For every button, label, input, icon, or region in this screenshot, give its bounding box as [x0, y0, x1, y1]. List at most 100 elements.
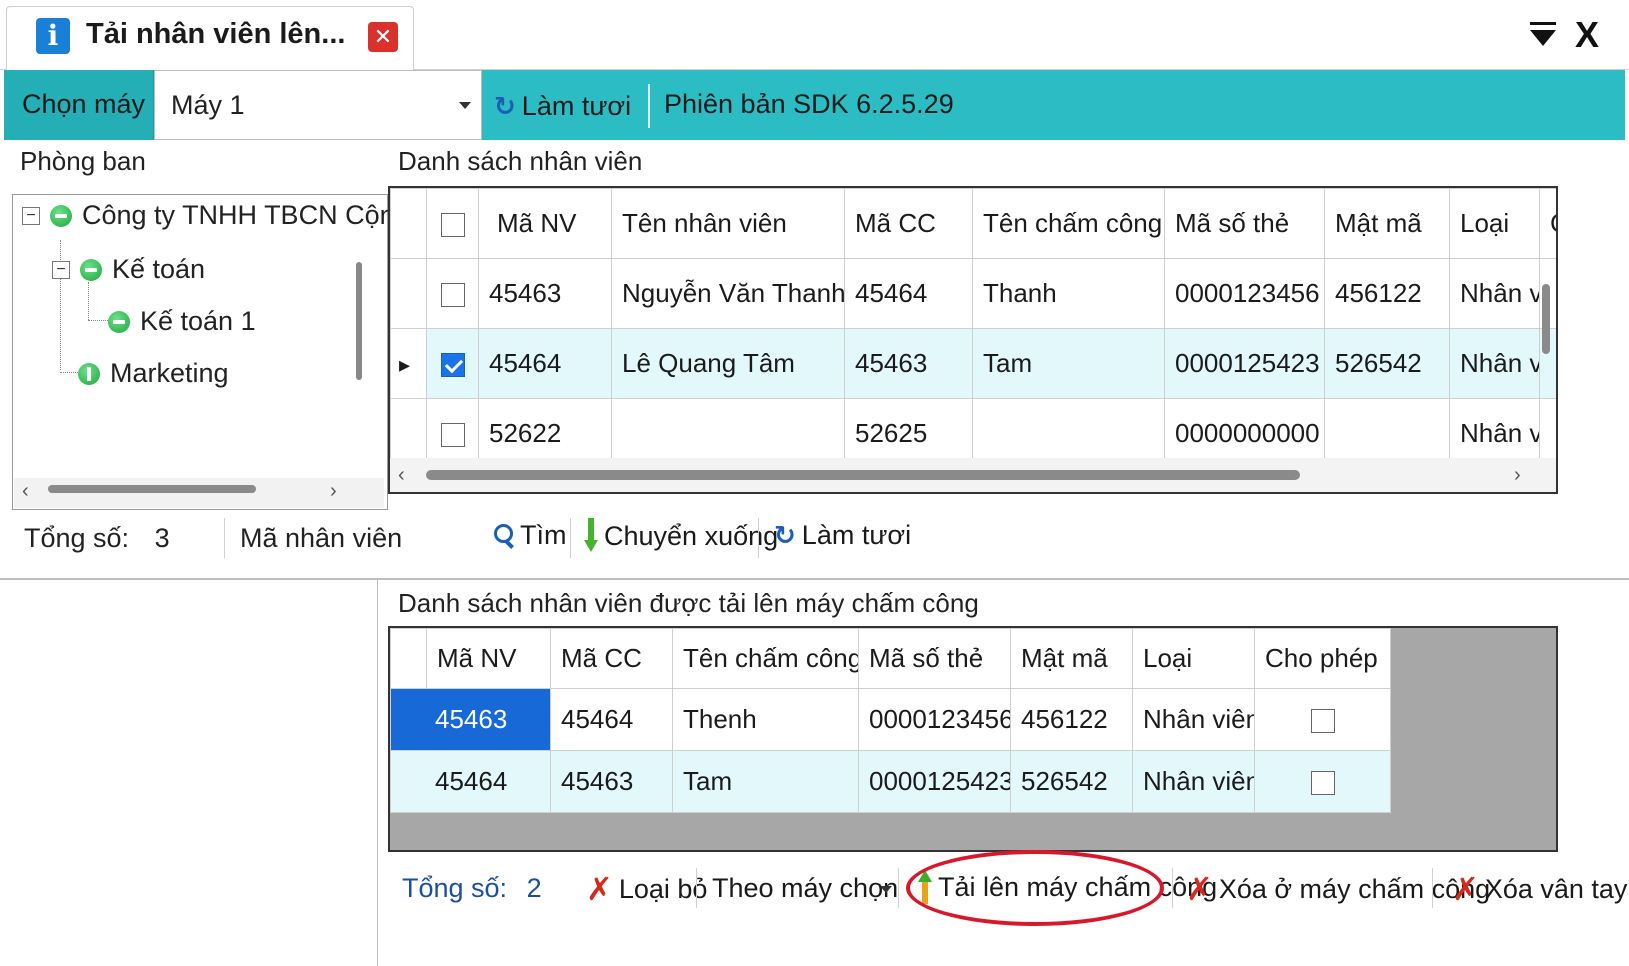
cell-the[interactable]: 0000123456: [858, 688, 1011, 751]
cell-ten-cc[interactable]: Tam: [672, 750, 859, 813]
tab-close-icon[interactable]: ✕: [368, 22, 398, 52]
cell-cho-phep[interactable]: [1254, 688, 1391, 751]
col-header[interactable]: Loại: [1449, 188, 1540, 259]
col-header[interactable]: Mã số thẻ: [1164, 188, 1325, 259]
chevron-down-icon[interactable]: [459, 102, 471, 109]
tree-vertical-scrollbar[interactable]: [356, 262, 362, 380]
tree-node-ke-toan[interactable]: − Kế toán: [52, 254, 205, 285]
row-checkbox[interactable]: [440, 283, 465, 308]
col-header[interactable]: Mã NV: [426, 628, 551, 689]
row-checkbox-checked[interactable]: [440, 353, 465, 378]
select-all-cell[interactable]: [426, 188, 479, 259]
col-header[interactable]: Mã CC: [844, 188, 973, 259]
cell-ten-cc[interactable]: Thanh: [972, 258, 1165, 329]
table-row[interactable]: 45463 45464 Thenh 0000123456 456122 Nhân…: [390, 688, 1391, 751]
scroll-left-icon[interactable]: ‹: [22, 480, 29, 503]
remove-label: Loại bỏ: [618, 873, 708, 904]
refresh-employees-button[interactable]: ↻ Làm tươi: [774, 520, 911, 551]
col-header[interactable]: Mật mã: [1324, 188, 1450, 259]
move-down-button[interactable]: Chuyển xuống: [584, 518, 778, 554]
select-all-checkbox[interactable]: [440, 213, 465, 238]
scroll-right-icon[interactable]: ›: [330, 480, 337, 503]
choose-device-label: Chọn máy: [22, 89, 146, 119]
tab-list-dropdown-icon[interactable]: [1530, 30, 1556, 46]
cell-ma-cc[interactable]: 45464: [844, 258, 973, 329]
cell-ma-nv[interactable]: 45464: [390, 750, 551, 813]
cell-the[interactable]: 0000125423: [1164, 328, 1325, 399]
table-row[interactable]: 45463 Nguyễn Văn Thanh 45464 Thanh 00001…: [390, 258, 1556, 329]
cell-mat-ma[interactable]: 456122: [1324, 258, 1450, 329]
department-icon: [50, 204, 72, 227]
cell-cho-phep[interactable]: [1254, 750, 1391, 813]
cell-ten-nv[interactable]: Lê Quang Tâm: [611, 328, 845, 399]
tree-node-marketing[interactable]: Marketing: [78, 358, 229, 389]
tree-scroll-thumb[interactable]: [48, 485, 256, 493]
col-header[interactable]: Tên chấm công: [972, 188, 1165, 259]
cell-ma-nv[interactable]: 45463: [478, 258, 612, 329]
scroll-right-icon[interactable]: ›: [1514, 464, 1521, 487]
window-close-icon[interactable]: X: [1575, 14, 1599, 56]
by-device-select[interactable]: Theo máy chọn: [712, 873, 898, 904]
device-select[interactable]: Máy 1: [154, 70, 482, 140]
search-button[interactable]: Tìm: [494, 520, 567, 551]
row-select-cell[interactable]: [426, 328, 479, 399]
arrow-down-icon: [584, 518, 598, 554]
cell-loai[interactable]: Nhân viên: [1449, 258, 1540, 329]
cell-ma-nv[interactable]: 45464: [478, 328, 612, 399]
col-header[interactable]: Loại: [1132, 628, 1255, 689]
row-checkbox[interactable]: [440, 423, 465, 448]
employee-vertical-scrollbar[interactable]: [1542, 284, 1550, 354]
cell-mat-ma[interactable]: 456122: [1010, 688, 1133, 751]
device-select-value: Máy 1: [171, 90, 245, 120]
cell-the[interactable]: 0000123456: [1164, 258, 1325, 329]
cell-ma-cc[interactable]: 45464: [550, 688, 673, 751]
row-select-cell[interactable]: [426, 258, 479, 329]
allow-checkbox[interactable]: [1310, 771, 1335, 796]
remove-button[interactable]: ✗ Loại bỏ: [586, 870, 707, 908]
cell-mat-ma[interactable]: 526542: [1010, 750, 1133, 813]
employee-scroll-thumb[interactable]: [426, 470, 1300, 480]
table-row[interactable]: 45464 45463 Tam 0000125423 526542 Nhân v…: [390, 750, 1391, 813]
col-header[interactable]: Mã CC: [550, 628, 673, 689]
cell-ten-cc[interactable]: Thenh: [672, 688, 859, 751]
col-header[interactable]: Tên chấm công: [672, 628, 859, 689]
cell-loai[interactable]: Nhân viên: [1132, 688, 1255, 751]
cell-ma-cc[interactable]: 45463: [844, 328, 973, 399]
cell-mat-ma[interactable]: 526542: [1324, 328, 1450, 399]
employees-heading: Danh sách nhân viên: [398, 146, 643, 176]
choose-device-button[interactable]: Chọn máy: [4, 70, 154, 140]
employee-grid: Mã NV Tên nhân viên Mã CC Tên chấm công …: [388, 186, 1558, 494]
toolbar-divider: [648, 84, 650, 128]
employee-code-filter[interactable]: Mã nhân viên: [240, 523, 402, 554]
cell-the[interactable]: 0000125423: [858, 750, 1011, 813]
collapse-icon[interactable]: −: [22, 206, 40, 225]
delete-on-device-button[interactable]: ✗ Xóa ở máy chấm công: [1186, 870, 1490, 908]
collapse-icon[interactable]: −: [52, 260, 70, 279]
delete-fingerprint-button[interactable]: ✗ Xóa vân tay: [1452, 870, 1627, 908]
cell-ma-nv-focused[interactable]: 45463: [390, 688, 551, 751]
tab-title[interactable]: Tải nhân viên lên...: [86, 18, 345, 51]
tree-horizontal-scrollbar[interactable]: [14, 478, 384, 508]
cell-ma-cc[interactable]: 45463: [550, 750, 673, 813]
department-icon: [108, 310, 130, 333]
col-header[interactable]: C: [1539, 188, 1556, 259]
col-header[interactable]: Cho phép: [1254, 628, 1391, 689]
col-header[interactable]: Mã số thẻ: [858, 628, 1011, 689]
current-row-icon: ▸: [399, 352, 411, 377]
col-header[interactable]: Tên nhân viên: [611, 188, 845, 259]
cell-ten-nv[interactable]: Nguyễn Văn Thanh: [611, 258, 845, 329]
refresh-icon: ↻: [494, 90, 516, 121]
refresh-devices-button[interactable]: ↻ Làm tươi: [494, 88, 631, 124]
search-label: Tìm: [520, 520, 567, 550]
table-row[interactable]: ▸ 45464 Lê Quang Tâm 45463 Tam 000012542…: [390, 328, 1556, 399]
allow-checkbox[interactable]: [1310, 709, 1335, 734]
tree-node-company[interactable]: − Công ty TNHH TBCN Cộng L: [22, 200, 432, 231]
col-header[interactable]: Mã NV: [478, 188, 612, 259]
chevron-down-icon[interactable]: [880, 886, 892, 893]
col-header[interactable]: Mật mã: [1010, 628, 1133, 689]
cell-loai[interactable]: Nhân viên: [1132, 750, 1255, 813]
cell-ten-cc[interactable]: Tam: [972, 328, 1165, 399]
tree-node-ke-toan-1[interactable]: Kế toán 1: [108, 306, 256, 337]
cell-loai[interactable]: Nhân viên: [1449, 328, 1540, 399]
scroll-left-icon[interactable]: ‹: [398, 464, 405, 487]
